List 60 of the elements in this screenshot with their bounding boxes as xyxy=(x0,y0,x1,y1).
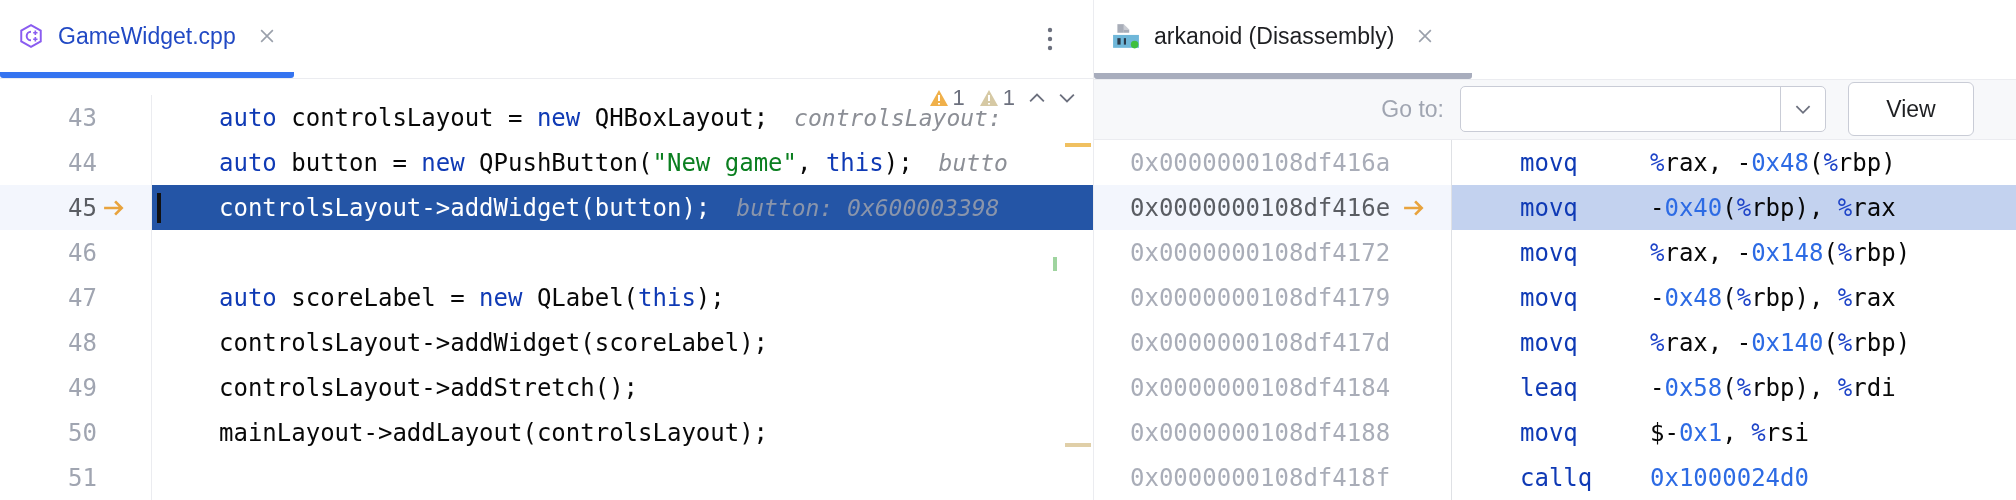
code-line: auto scoreLabel = new QLabel(this); xyxy=(219,283,725,312)
address-text: 0x0000000108df416a xyxy=(1130,148,1392,177)
mnemonic-text: movq xyxy=(1520,193,1579,222)
inlay-hint: butto xyxy=(938,149,1008,176)
error-stripe-mark xyxy=(1065,143,1091,147)
binary-file-icon xyxy=(1112,22,1140,51)
view-button[interactable]: View xyxy=(1848,82,1974,137)
inlay-hint: button: 0x600003398 xyxy=(736,194,1000,221)
text-cursor xyxy=(157,193,161,223)
error-stripe-mark xyxy=(1065,443,1091,447)
operand-text: %rax, -0x148(%rbp) xyxy=(1650,238,1911,267)
code-line: auto button = new QPushButton("New game", this); xyxy=(219,148,913,177)
chevron-down-icon[interactable] xyxy=(1059,92,1075,104)
line-number: 43 xyxy=(68,103,97,132)
line-number: 44 xyxy=(68,148,97,177)
mnemonic-text: movq xyxy=(1520,283,1579,312)
mnemonic-text: movq xyxy=(1520,148,1579,177)
code-line: mainLayout->addLayout(controlsLayout); xyxy=(219,418,769,447)
line-number: 47 xyxy=(68,283,97,312)
operand-text: -0x40(%rbp), %rax xyxy=(1650,193,1896,222)
line-number: 51 xyxy=(68,463,97,492)
line-number: 46 xyxy=(68,238,97,267)
warning-icon[interactable] xyxy=(978,89,999,107)
mnemonic-text: movq xyxy=(1520,328,1579,357)
operand-text: %rax, -0x140(%rbp) xyxy=(1650,328,1911,357)
mnemonic-text: leaq xyxy=(1520,373,1579,402)
warning-count[interactable]: 1 xyxy=(1002,85,1015,111)
line-number: 48 xyxy=(68,328,97,357)
operand-text: -0x58(%rbp), %rdi xyxy=(1650,373,1896,402)
address-text: 0x0000000108df4188 xyxy=(1130,418,1392,447)
operand-text: $-0x1, %rsi xyxy=(1650,418,1809,447)
error-stripe-mark xyxy=(1053,257,1057,271)
mnemonic-text: movq xyxy=(1520,238,1579,267)
chevron-down-icon[interactable] xyxy=(1795,103,1811,115)
line-number: 49 xyxy=(68,373,97,402)
address-text: 0x0000000108df4172 xyxy=(1130,238,1392,267)
close-icon[interactable] xyxy=(259,29,274,43)
close-icon[interactable] xyxy=(1418,29,1433,44)
mnemonic-text: callq xyxy=(1520,463,1594,492)
address-text: 0x0000000108df4184 xyxy=(1130,373,1392,402)
address-text: 0x0000000108df416e xyxy=(1130,193,1392,222)
code-line: controlsLayout->addWidget(button); xyxy=(219,193,711,222)
chevron-up-icon[interactable] xyxy=(1029,92,1045,104)
operand-text: 0x1000024d0 xyxy=(1650,463,1809,492)
address-text: 0x0000000108df418f xyxy=(1130,463,1392,492)
cpp-file-icon xyxy=(18,23,44,49)
line-number: 45 xyxy=(68,193,97,222)
address-text: 0x0000000108df4179 xyxy=(1130,283,1392,312)
more-menu-icon[interactable] xyxy=(1047,27,1053,51)
code-line: auto controlsLayout = new QHBoxLayout; xyxy=(219,103,769,132)
goto-label: Go to: xyxy=(1381,95,1444,123)
address-text: 0x0000000108df417d xyxy=(1130,328,1392,357)
operand-text: %rax, -0x48(%rbp) xyxy=(1650,148,1896,177)
operand-text: -0x48(%rbp), %rax xyxy=(1650,283,1896,312)
mnemonic-text: movq xyxy=(1520,418,1579,447)
warning-icon[interactable] xyxy=(928,89,949,107)
code-line: controlsLayout->addStretch(); xyxy=(219,373,639,402)
editor-tab[interactable]: GameWidget.cpp xyxy=(0,0,294,78)
line-number: 50 xyxy=(68,418,97,447)
code-line: controlsLayout->addWidget(scoreLabel); xyxy=(219,328,769,357)
